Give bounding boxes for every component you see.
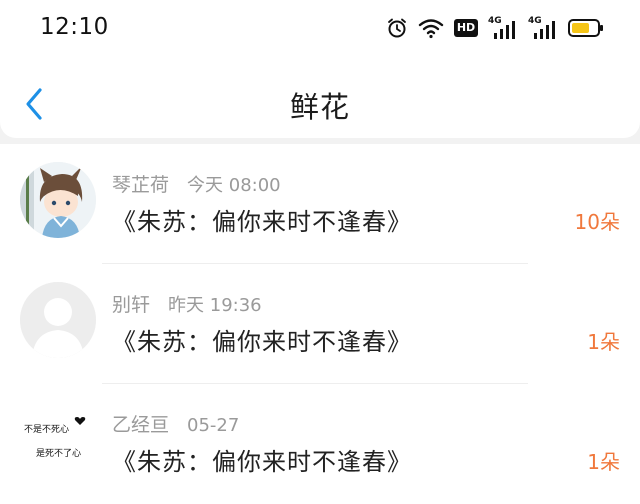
page-title: 鲜花 [289,90,350,124]
list-item[interactable]: 别轩 昨天 19:36 《朱苏：偏你来时不逢春》 1朵 [0,264,640,384]
record-date: 昨天 19:36 [168,295,262,316]
avatar[interactable]: 不是不死心 是死不了心 [20,402,96,478]
status-time: 12:10 [40,14,109,40]
record-meta: 乙经亘 05-27 [112,410,239,437]
record-date: 今天 08:00 [187,175,281,196]
top-nav-bar: 鲜花 [0,56,640,138]
avatar-text-line: 是死不了心 [36,449,82,459]
novel-title[interactable]: 《朱苏：偏你来时不逢春》 [112,202,412,237]
flower-count: 1朵 [587,450,620,474]
novel-title[interactable]: 《朱苏：偏你来时不逢春》 [112,322,412,357]
user-name[interactable]: 乙经亘 [112,414,169,436]
flower-count: 10朵 [574,210,620,234]
record-date: 05-27 [187,415,240,436]
list-item[interactable]: 不是不死心 是死不了心 乙经亘 05-27 《朱苏：偏你来时不逢春》 1朵 [0,384,640,504]
list-item[interactable]: 琴芷荷 今天 08:00 《朱苏：偏你来时不逢春》 10朵 [0,144,640,264]
hd-label: HD [456,21,476,34]
avatar-text-line: 不是不死心 [24,425,70,435]
avatar[interactable] [20,162,96,238]
signal-4g-icon: 4G [488,16,518,40]
status-bar: 12:10 HD 4G 4G [0,0,640,56]
record-meta: 琴芷荷 今天 08:00 [112,170,281,197]
alarm-icon [388,18,406,38]
user-name[interactable]: 琴芷荷 [112,174,169,196]
avatar[interactable] [20,282,96,358]
wifi-icon [418,19,444,39]
record-meta: 别轩 昨天 19:36 [112,290,262,317]
status-icons: HD 4G 4G [386,14,604,42]
novel-title[interactable]: 《朱苏：偏你来时不逢春》 [112,442,412,477]
signal-4g-icon: 4G [528,16,558,40]
user-name[interactable]: 别轩 [112,294,150,316]
hd-icon: HD [454,19,478,37]
flower-count: 1朵 [587,330,620,354]
battery-icon [568,19,603,37]
flower-record-list: 琴芷荷 今天 08:00 《朱苏：偏你来时不逢春》 10朵 别轩 昨天 19:36 … [0,144,640,504]
